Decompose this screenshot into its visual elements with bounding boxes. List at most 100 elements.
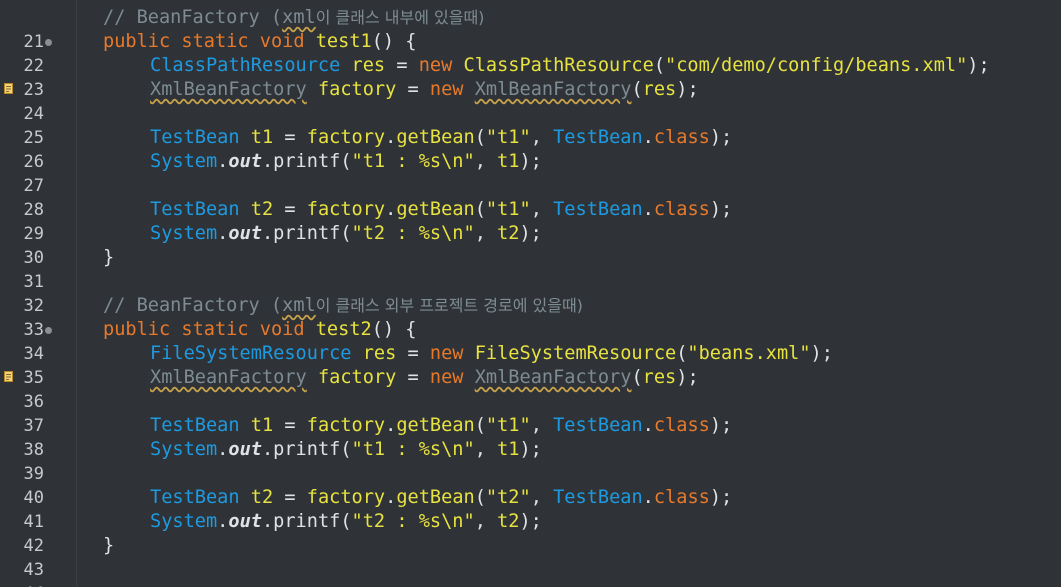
punctuation: () { [371,31,417,52]
code-line[interactable]: 24 XmlBeanFactory factory = new XmlBeanF… [0,78,1061,124]
keyword: static [181,31,249,52]
punctuation: . [642,415,654,436]
punctuation: ); [709,199,733,220]
code-line[interactable]: 30 System.out.printf("t2 : %s\n", t2); [0,222,1061,268]
deprecation-warning-icon[interactable] [4,83,14,95]
punctuation: , [474,151,486,172]
punctuation: ); [967,55,990,76]
code-text: TestBean t2 = factory.getBean("t2", Test… [150,486,732,510]
closing-brace: } [103,535,115,556]
code-text: XmlBeanFactory factory = new XmlBeanFact… [150,78,699,102]
punctuation: , [474,439,486,460]
code-text: System.out.printf("t1 : %s\n", t1); [150,438,542,462]
code-line[interactable]: 32 [0,270,1061,316]
operator: = [407,367,419,388]
code-text: } [103,246,114,270]
code-line[interactable]: 43 } [0,534,1061,580]
keyword: public [103,319,171,340]
code-editor[interactable]: 21 // BeanFactory (xml이 클래스 내부에 있을때) 22 … [0,0,1061,587]
code-text: System.out.printf("t2 : %s\n", t2); [150,510,542,534]
code-line[interactable]: 21 // BeanFactory (xml이 클래스 내부에 있을때) [0,6,1061,52]
type-name: TestBean [150,199,240,220]
punctuation: . [217,223,229,244]
code-line[interactable]: 38 TestBean t1 = factory.getBean("t1", T… [0,414,1061,460]
code-line[interactable]: 39 System.out.printf("t1 : %s\n", t1); [0,438,1061,484]
code-line[interactable]: 22 public static void test1() { [0,30,1061,76]
constructor: FileSystemResource [474,343,677,364]
code-line[interactable]: 35 FileSystemResource res = new FileSyst… [0,342,1061,388]
punctuation: ); [810,343,833,364]
code-line[interactable]: 27 System.out.printf("t1 : %s\n", t1); [0,150,1061,196]
code-line[interactable]: 26 TestBean t1 = factory.getBean("t1", T… [0,126,1061,172]
code-line[interactable]: 42 System.out.printf("t2 : %s\n", t2); [0,510,1061,556]
method-name: test1 [315,31,372,52]
punctuation: ( [653,55,666,76]
fold-collapse-icon[interactable] [45,39,52,46]
punctuation: . [217,511,229,532]
code-line[interactable]: 31 } [0,246,1061,292]
keyword: class [653,199,710,220]
punctuation: ); [709,487,733,508]
keyword: new [429,79,464,100]
comment-text: // BeanFactory ( [103,7,283,28]
static-field: out [228,439,262,460]
punctuation: ); [676,79,699,100]
keyword: void [259,319,305,340]
code-line[interactable]: 40 [0,462,1061,508]
comment-xml: xml [282,7,316,28]
punctuation: . [261,151,274,172]
type-name: TestBean [150,127,240,148]
method-name: test2 [315,319,372,340]
keyword: public [103,31,171,52]
string-literal: "t1" [485,199,531,220]
code-line[interactable]: 37 [0,390,1061,436]
string-literal: "t1 : %s\n" [351,151,475,172]
method-call: getBean [396,415,475,436]
type-name: TestBean [553,487,643,508]
keyword: class [653,127,710,148]
code-line[interactable]: 34 public static void test2() { [0,318,1061,364]
string-literal: "t2" [485,487,531,508]
code-line[interactable]: 23 ClassPathResource res = new ClassPath… [0,54,1061,100]
comment-korean: 이 클래스 외부 프로젝트 경로에 있을때) [315,296,583,315]
variable: t2 [250,199,274,220]
code-text: System.out.printf("t1 : %s\n", t1); [150,150,542,174]
code-text: TestBean t1 = factory.getBean("t1", Test… [150,414,732,438]
code-text: XmlBeanFactory factory = new XmlBeanFact… [150,366,699,390]
punctuation: ( [340,511,352,532]
deprecated-type: XmlBeanFactory [150,367,307,388]
punctuation: ( [631,79,643,100]
code-line[interactable]: 36 XmlBeanFactory factory = new XmlBeanF… [0,366,1061,412]
type-name: TestBean [150,487,240,508]
argument: t1 [497,151,520,172]
code-line[interactable]: 29 TestBean t2 = factory.getBean("t1", T… [0,198,1061,244]
string-literal: "beans.xml" [687,343,811,364]
method-call: printf [273,439,341,460]
code-text: System.out.printf("t2 : %s\n", t2); [150,222,542,246]
static-field: out [228,151,262,172]
code-line[interactable]: 25 [0,102,1061,148]
type-name: System [150,151,218,172]
code-line[interactable]: 28 [0,174,1061,220]
punctuation: ( [340,223,352,244]
code-line[interactable]: 33 // BeanFactory (xml이 클래스 외부 프로젝트 경로에 … [0,294,1061,340]
punctuation: . [642,487,654,508]
punctuation: . [261,439,274,460]
deprecation-warning-icon[interactable] [4,371,14,383]
deprecated-type: XmlBeanFactory [150,79,307,100]
punctuation: ); [519,439,542,460]
static-field: out [228,511,262,532]
operator: = [407,343,419,364]
punctuation: ); [709,127,733,148]
type-name: TestBean [553,415,643,436]
operator: = [284,127,296,148]
type-name: TestBean [553,127,643,148]
method-call: printf [273,151,341,172]
code-line[interactable]: 41 TestBean t2 = factory.getBean("t2", T… [0,486,1061,532]
comment-korean: 이 클래스 내부에 있을때) [315,8,485,27]
punctuation: . [261,511,274,532]
code-text: TestBean t1 = factory.getBean("t1", Test… [150,126,732,150]
code-line[interactable]: 44 [0,558,1061,587]
fold-collapse-icon[interactable] [45,327,52,334]
keyword: new [418,55,453,76]
